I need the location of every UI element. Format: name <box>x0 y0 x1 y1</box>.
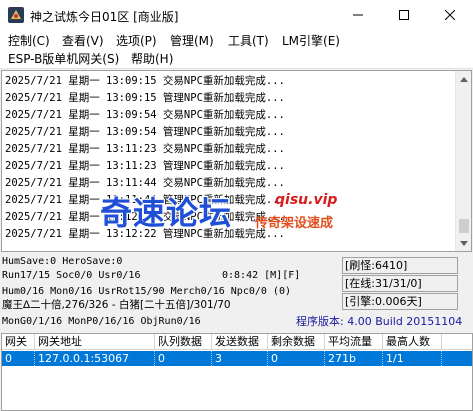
status-mon-counts: MonG0/1/16 MonP0/16/16 ObjRun0/16 <box>2 316 201 327</box>
menu-esp-gateway[interactable]: ESP-B版单机网关(S) <box>7 50 120 68</box>
status-save-counts: HumSave:0 HeroSave:0 <box>2 256 123 267</box>
cell-max-users: 1/1 <box>383 351 442 366</box>
cell-gateway: 0 <box>2 351 35 366</box>
cell-sent: 3 <box>212 351 268 366</box>
close-icon <box>445 10 455 20</box>
app-icon <box>8 7 24 23</box>
engine-time-box: [引擎:0.006天] <box>342 293 458 310</box>
column-header[interactable]: 最高人数 <box>383 334 442 350</box>
menu-help[interactable]: 帮助(H) <box>130 50 174 68</box>
log-list[interactable]: 2025/7/21 星期一 13:09:15 交易NPC重新加载完成... 20… <box>1 70 472 252</box>
online-count-box: [在线:31/31/0] <box>342 275 458 292</box>
status-uptime: 0:8:42 [M][F] <box>222 270 301 281</box>
column-header-filler <box>442 334 472 350</box>
status-map-info: 魔王∆二十倍,276/326 - 白猪[二十五倍]/301/70 <box>2 299 231 311</box>
table-header: 网关 网关地址 队列数据 发送数据 剩余数据 平均流量 最高人数 <box>2 334 472 350</box>
menu-tools[interactable]: 工具(T) <box>227 32 270 50</box>
status-panel: HumSave:0 HeroSave:0 Run17/15 Soc0/0 Usr… <box>0 252 473 332</box>
cell-queue: 0 <box>155 351 212 366</box>
cell-address: 127.0.0.1:53067 <box>35 351 155 366</box>
monster-refresh-box: [刷怪:6410] <box>342 257 458 274</box>
log-scrollbar[interactable] <box>455 71 471 251</box>
minimize-icon <box>353 14 363 16</box>
maximize-icon <box>399 10 409 20</box>
scroll-up-button[interactable] <box>456 71 471 87</box>
chevron-up-icon <box>460 76 468 82</box>
log-line: 2025/7/21 星期一 13:11:44 交易NPC重新加载完成... <box>5 177 285 189</box>
cell-remaining: 0 <box>268 351 325 366</box>
chevron-down-icon <box>460 240 468 246</box>
maximize-button[interactable] <box>381 0 427 30</box>
menu-lm-engine[interactable]: LM引擎(E) <box>281 32 341 50</box>
menu-view[interactable]: 查看(V) <box>61 32 105 50</box>
scroll-down-button[interactable] <box>456 235 471 251</box>
column-header[interactable]: 队列数据 <box>155 334 212 350</box>
log-line: 2025/7/21 星期一 13:11:23 交易NPC重新加载完成... <box>5 143 285 155</box>
close-button[interactable] <box>427 0 473 30</box>
log-line: 2025/7/21 星期一 13:09:15 管理NPC重新加载完成... <box>5 92 285 104</box>
status-run-counts: Run17/15 Soc0/0 Usr0/16 <box>2 270 141 281</box>
column-header[interactable]: 网关 <box>2 334 35 350</box>
log-line: 2025/7/21 星期一 13:11:23 管理NPC重新加载完成... <box>5 160 285 172</box>
log-line: 2025/7/21 星期一 13:12:22 交易NPC重新加载完成... <box>5 211 285 223</box>
program-version: 程序版本: 4.00 Build 20151104 <box>296 315 463 328</box>
gateway-table[interactable]: 网关 网关地址 队列数据 发送数据 剩余数据 平均流量 最高人数 0 127.0… <box>1 333 473 411</box>
title-bar: 神之试炼今日01区 [商业版] <box>0 0 473 30</box>
column-header[interactable]: 剩余数据 <box>268 334 325 350</box>
status-hum-counts: Hum0/16 Mon0/16 UsrRot15/90 Merch0/16 Np… <box>2 286 291 297</box>
menu-control[interactable]: 控制(C) <box>7 32 51 50</box>
log-line: 2025/7/21 星期一 13:12:22 管理NPC重新加载完成... <box>5 228 285 240</box>
column-header[interactable]: 平均流量 <box>325 334 383 350</box>
window-title: 神之试炼今日01区 [商业版] <box>30 10 179 24</box>
log-line: 2025/7/21 星期一 13:09:54 管理NPC重新加载完成... <box>5 126 285 138</box>
cell-avg-traffic: 271b <box>325 351 383 366</box>
log-line: 2025/7/21 星期一 13:09:54 交易NPC重新加载完成... <box>5 109 285 121</box>
log-line: 2025/7/21 星期一 13:09:15 交易NPC重新加载完成... <box>5 75 285 87</box>
column-header[interactable]: 发送数据 <box>212 334 268 350</box>
table-row[interactable]: 0 127.0.0.1:53067 0 3 0 271b 1/1 <box>2 351 472 366</box>
menu-options[interactable]: 选项(P) <box>115 32 158 50</box>
column-header[interactable]: 网关地址 <box>35 334 155 350</box>
log-line: 2025/7/21 星期一 13:11:44 管理NPC重新加载完成... <box>5 194 285 206</box>
menu-manage[interactable]: 管理(M) <box>169 32 215 50</box>
scroll-thumb[interactable] <box>459 219 469 233</box>
menu-bar: 控制(C) 查看(V) 选项(P) 管理(M) 工具(T) LM引擎(E) ES… <box>0 30 473 69</box>
minimize-button[interactable] <box>335 0 381 30</box>
